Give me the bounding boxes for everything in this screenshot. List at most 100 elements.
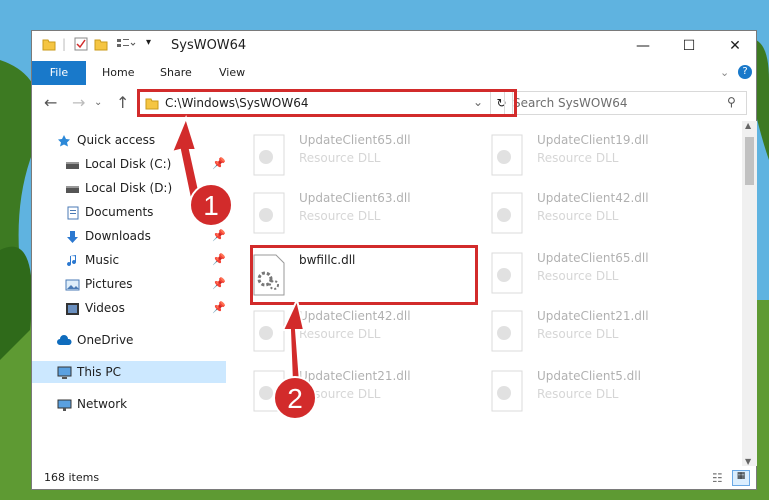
up-arrow-icon[interactable]: ↑	[116, 93, 129, 112]
sidebar-item-label: OneDrive	[77, 333, 134, 347]
customize-toolbar-icon[interactable]: ▾	[146, 37, 151, 48]
sidebar-item-label: Quick access	[77, 133, 156, 147]
file-type: Resource DLL	[537, 209, 619, 223]
pin-icon[interactable]: 📌	[212, 249, 226, 271]
file-item[interactable]: UpdateClient65.dll Resource DLL	[470, 247, 700, 303]
sidebar-item-network[interactable]: Network	[32, 393, 226, 415]
sidebar-item-pictures[interactable]: Pictures 📌	[32, 273, 226, 295]
expand-ribbon-icon[interactable]: ⌄	[720, 61, 729, 85]
sidebar-item-label: Local Disk (C:)	[85, 157, 172, 171]
file-item[interactable]: UpdateClient42.dll Resource DLL	[470, 187, 700, 243]
close-button[interactable]: ✕	[712, 31, 758, 61]
file-type: Resource DLL	[537, 327, 619, 341]
properties-icon[interactable]	[74, 37, 88, 54]
tab-file[interactable]: File	[32, 61, 86, 85]
sidebar-item-label: Pictures	[85, 277, 133, 291]
drive-icon	[65, 157, 80, 171]
pin-icon[interactable]: 📌	[212, 297, 226, 319]
dll-file-icon	[491, 192, 523, 234]
sidebar-item-onedrive[interactable]: OneDrive	[32, 329, 226, 351]
recent-locations-icon[interactable]: ⌄	[94, 97, 102, 108]
view-icon[interactable]	[116, 37, 136, 54]
tiles-view-icon[interactable]: ▦	[732, 470, 750, 486]
sidebar-item-downloads[interactable]: Downloads 📌	[32, 225, 226, 247]
file-type: Resource DLL	[537, 151, 619, 165]
file-name: UpdateClient5.dll	[537, 369, 641, 383]
tab-view[interactable]: View	[219, 61, 245, 85]
scrollbar-thumb[interactable]	[745, 137, 754, 185]
file-item[interactable]: UpdateClient63.dll Resource DLL	[232, 187, 462, 243]
sidebar-item-music[interactable]: Music 📌	[32, 249, 226, 271]
tab-home[interactable]: Home	[102, 61, 134, 85]
ribbon: File Home Share View ⌄ ?	[32, 61, 756, 85]
videos-icon	[65, 301, 80, 315]
file-name: UpdateClient19.dll	[537, 133, 649, 147]
sidebar-item-this-pc[interactable]: This PC	[32, 361, 226, 383]
file-name: UpdateClient42.dll	[299, 309, 411, 323]
status-bar: 168 items ☷ ▦	[32, 466, 756, 490]
file-item[interactable]: UpdateClient21.dll Resource DLL	[232, 365, 462, 421]
navigation-bar: ← → ⌄ ↑ C:\Windows\SysWOW64 ⌄ ↻ Search S…	[32, 87, 756, 119]
sidebar-item-label: This PC	[77, 365, 121, 379]
scroll-down-icon[interactable]: ▼	[745, 457, 751, 466]
pin-icon[interactable]: 📌	[212, 153, 226, 175]
dll-file-icon	[253, 370, 285, 412]
computer-icon	[57, 365, 72, 379]
back-arrow-icon[interactable]: ←	[44, 93, 57, 112]
folder-icon	[42, 37, 56, 54]
pin-icon[interactable]: 📌	[212, 225, 226, 247]
help-icon[interactable]: ?	[738, 65, 752, 79]
sidebar-item-local-disk-c[interactable]: Local Disk (C:) 📌	[32, 153, 226, 175]
sidebar-item-label: Downloads	[85, 229, 151, 243]
file-item[interactable]: UpdateClient19.dll Resource DLL	[470, 129, 700, 185]
cloud-icon	[57, 333, 72, 347]
sidebar-item-quick-access[interactable]: Quick access	[32, 129, 226, 151]
new-folder-icon[interactable]	[94, 37, 108, 54]
file-type: Resource DLL	[299, 209, 381, 223]
file-type: Resource DLL	[299, 387, 381, 401]
tab-share[interactable]: Share	[160, 61, 192, 85]
sidebar-item-label: Videos	[85, 301, 125, 315]
star-icon	[57, 133, 72, 147]
file-list: UpdateClient65.dll Resource DLL UpdateCl…	[232, 121, 742, 456]
sidebar-item-videos[interactable]: Videos 📌	[32, 297, 226, 319]
sidebar-item-local-disk-d[interactable]: Local Disk (D:)	[32, 177, 226, 199]
file-item[interactable]: UpdateClient42.dll Resource DLL	[232, 305, 462, 361]
file-type: Resource DLL	[537, 269, 619, 283]
details-view-icon[interactable]: ☷	[712, 471, 723, 485]
scroll-up-icon[interactable]: ▲	[745, 121, 751, 130]
pin-icon[interactable]: 📌	[212, 273, 226, 295]
file-name: UpdateClient21.dll	[299, 369, 411, 383]
minimize-button[interactable]: —	[620, 31, 666, 61]
file-type: Resource DLL	[537, 387, 619, 401]
file-type: Resource DLL	[299, 327, 381, 341]
navigation-pane: Quick access Local Disk (C:) 📌 Local Dis…	[32, 126, 226, 456]
dll-file-icon	[253, 192, 285, 234]
sidebar-item-documents[interactable]: Documents 📌	[32, 201, 226, 223]
file-name: UpdateClient63.dll	[299, 191, 411, 205]
sidebar-item-label: Local Disk (D:)	[85, 181, 173, 195]
dll-file-icon	[491, 310, 523, 352]
sidebar-item-label: Network	[77, 397, 128, 411]
dll-file-icon	[253, 310, 285, 352]
file-item[interactable]: UpdateClient21.dll Resource DLL	[470, 305, 700, 361]
forward-arrow-icon[interactable]: →	[72, 93, 85, 112]
maximize-button[interactable]: ☐	[666, 31, 712, 61]
pictures-icon	[65, 277, 80, 291]
address-highlight	[137, 89, 517, 117]
file-item[interactable]: UpdateClient5.dll Resource DLL	[470, 365, 700, 421]
file-highlight	[250, 245, 478, 305]
file-name: UpdateClient65.dll	[537, 251, 649, 265]
sidebar-item-label: Music	[85, 253, 120, 267]
item-count: 168 items	[44, 471, 100, 484]
file-name: UpdateClient42.dll	[537, 191, 649, 205]
search-input[interactable]: Search SysWOW64	[513, 96, 627, 110]
file-name: UpdateClient21.dll	[537, 309, 649, 323]
vertical-scrollbar[interactable]: ▲ ▼	[742, 121, 757, 466]
pin-icon[interactable]: 📌	[212, 201, 226, 223]
file-item[interactable]: UpdateClient65.dll Resource DLL	[232, 129, 462, 185]
search-box[interactable]: Search SysWOW64 ⚲	[504, 91, 747, 115]
network-icon	[57, 397, 72, 411]
title-bar: | ▾ SysWOW64 — ☐ ✕	[32, 31, 756, 61]
search-icon: ⚲	[727, 95, 736, 109]
